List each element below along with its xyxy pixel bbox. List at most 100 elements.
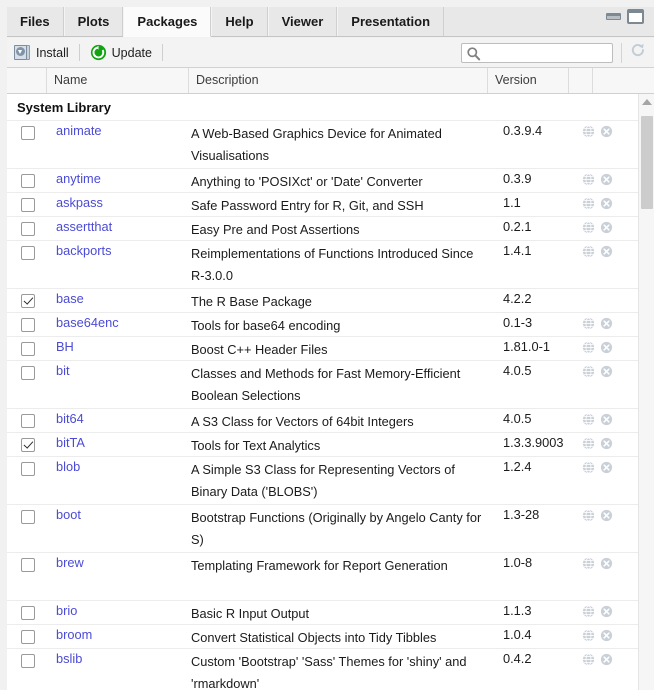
update-button[interactable]: Update <box>83 41 159 65</box>
remove-circle-icon[interactable] <box>600 629 613 647</box>
table-row[interactable]: brio Basic R Input Output 1.1.3 <box>7 600 654 624</box>
remove-circle-icon[interactable] <box>600 557 613 575</box>
package-loaded-checkbox[interactable] <box>21 222 35 236</box>
package-loaded-checkbox[interactable] <box>21 462 35 476</box>
table-row[interactable]: base The R Base Package 4.2.2 <box>7 288 654 312</box>
table-row[interactable]: broom Convert Statistical Objects into Ti… <box>7 624 654 648</box>
remove-circle-icon[interactable] <box>600 341 613 359</box>
remove-circle-icon[interactable] <box>600 413 613 431</box>
table-row[interactable]: bit64 A S3 Class for Vectors of 64bit Int… <box>7 408 654 432</box>
remove-circle-icon[interactable] <box>600 653 613 671</box>
globe-icon[interactable] <box>582 341 595 359</box>
globe-icon[interactable] <box>582 413 595 431</box>
table-row[interactable]: assertthat Easy Pre and Post Assertions 0.… <box>7 216 654 240</box>
search-input[interactable] <box>484 45 608 60</box>
package-name-link[interactable]: askpass <box>56 195 103 210</box>
remove-circle-icon[interactable] <box>600 461 613 479</box>
package-loaded-checkbox[interactable] <box>21 366 35 380</box>
globe-icon[interactable] <box>582 461 595 479</box>
tab-presentation[interactable]: Presentation <box>337 7 445 36</box>
package-loaded-checkbox[interactable] <box>21 246 35 260</box>
table-row[interactable]: BH Boost C++ Header Files 1.81.0-1 <box>7 336 654 360</box>
remove-circle-icon[interactable] <box>600 605 613 623</box>
package-name-link[interactable]: boot <box>56 507 81 522</box>
column-header-description[interactable]: Description <box>189 68 488 93</box>
package-loaded-checkbox[interactable] <box>21 198 35 212</box>
vertical-scrollbar[interactable] <box>638 94 654 690</box>
table-row[interactable]: brew Templating Framework for Report Gene… <box>7 552 654 600</box>
remove-circle-icon[interactable] <box>600 365 613 383</box>
package-name-link[interactable]: brew <box>56 555 84 570</box>
package-name-link[interactable]: blob <box>56 459 80 474</box>
column-header-remove[interactable] <box>593 68 640 93</box>
package-name-link[interactable]: animate <box>56 123 102 138</box>
table-row[interactable]: bitTA Tools for Text Analytics 1.3.3.9003 <box>7 432 654 456</box>
remove-circle-icon[interactable] <box>600 125 613 143</box>
column-header-select[interactable] <box>7 68 47 93</box>
table-row[interactable]: base64enc Tools for base64 encoding 0.1-3 <box>7 312 654 336</box>
column-header-version[interactable]: Version <box>488 68 569 93</box>
package-name-link[interactable]: brio <box>56 603 77 618</box>
globe-icon[interactable] <box>582 221 595 239</box>
tab-plots[interactable]: Plots <box>63 7 124 36</box>
globe-icon[interactable] <box>582 653 595 671</box>
package-name-link[interactable]: bslib <box>56 651 82 666</box>
remove-circle-icon[interactable] <box>600 317 613 335</box>
globe-icon[interactable] <box>582 197 595 215</box>
table-row[interactable]: boot Bootstrap Functions (Originally by A… <box>7 504 654 552</box>
package-loaded-checkbox[interactable] <box>21 630 35 644</box>
table-row[interactable]: anytime Anything to 'POSIXct' or 'Date' C… <box>7 168 654 192</box>
package-loaded-checkbox[interactable] <box>21 510 35 524</box>
package-name-link[interactable]: backports <box>56 243 111 258</box>
table-row[interactable]: askpass Safe Password Entry for R, Git, a… <box>7 192 654 216</box>
tab-help[interactable]: Help <box>211 7 268 36</box>
package-name-link[interactable]: bit64 <box>56 411 84 426</box>
globe-icon[interactable] <box>582 437 595 455</box>
globe-icon[interactable] <box>582 173 595 191</box>
search-box[interactable] <box>461 42 613 63</box>
package-loaded-checkbox[interactable] <box>21 606 35 620</box>
package-name-link[interactable]: anytime <box>56 171 101 186</box>
globe-icon[interactable] <box>582 245 595 263</box>
table-row[interactable]: blob A Simple S3 Class for Representing V… <box>7 456 654 504</box>
globe-icon[interactable] <box>582 605 595 623</box>
package-name-link[interactable]: bitTA <box>56 435 85 450</box>
table-row[interactable]: bit Classes and Methods for Fast Memory-E… <box>7 360 654 408</box>
remove-circle-icon[interactable] <box>600 173 613 191</box>
scroll-up-arrow-icon[interactable] <box>639 94 654 110</box>
install-button[interactable]: Install <box>7 41 76 65</box>
table-row[interactable]: backports Reimplementations of Functions … <box>7 240 654 288</box>
remove-circle-icon[interactable] <box>600 437 613 455</box>
remove-circle-icon[interactable] <box>600 509 613 527</box>
column-header-name[interactable]: Name <box>47 68 189 93</box>
maximize-pane-icon[interactable] <box>627 9 644 24</box>
remove-circle-icon[interactable] <box>600 197 613 215</box>
package-name-link[interactable]: BH <box>56 339 74 354</box>
globe-icon[interactable] <box>582 317 595 335</box>
package-loaded-checkbox[interactable] <box>21 126 35 140</box>
package-loaded-checkbox[interactable] <box>21 342 35 356</box>
globe-icon[interactable] <box>582 125 595 143</box>
globe-icon[interactable] <box>582 629 595 647</box>
tab-files[interactable]: Files <box>7 7 64 36</box>
tab-viewer[interactable]: Viewer <box>267 7 338 36</box>
minimize-pane-icon[interactable] <box>606 13 621 20</box>
package-name-link[interactable]: assertthat <box>56 219 112 234</box>
globe-icon[interactable] <box>582 557 595 575</box>
package-loaded-checkbox[interactable] <box>21 414 35 428</box>
package-name-link[interactable]: bit <box>56 363 70 378</box>
package-name-link[interactable]: base <box>56 291 84 306</box>
package-loaded-checkbox[interactable] <box>21 294 35 308</box>
package-loaded-checkbox[interactable] <box>21 438 35 452</box>
package-name-link[interactable]: broom <box>56 627 92 642</box>
globe-icon[interactable] <box>582 365 595 383</box>
package-loaded-checkbox[interactable] <box>21 558 35 572</box>
table-row[interactable]: animate A Web-Based Graphics Device for A… <box>7 120 654 168</box>
globe-icon[interactable] <box>582 509 595 527</box>
table-row[interactable]: bslib Custom 'Bootstrap' 'Sass' Themes fo… <box>7 648 654 690</box>
remove-circle-icon[interactable] <box>600 245 613 263</box>
package-loaded-checkbox[interactable] <box>21 174 35 188</box>
tab-packages[interactable]: Packages <box>123 7 212 37</box>
package-name-link[interactable]: base64enc <box>56 315 119 330</box>
package-loaded-checkbox[interactable] <box>21 318 35 332</box>
